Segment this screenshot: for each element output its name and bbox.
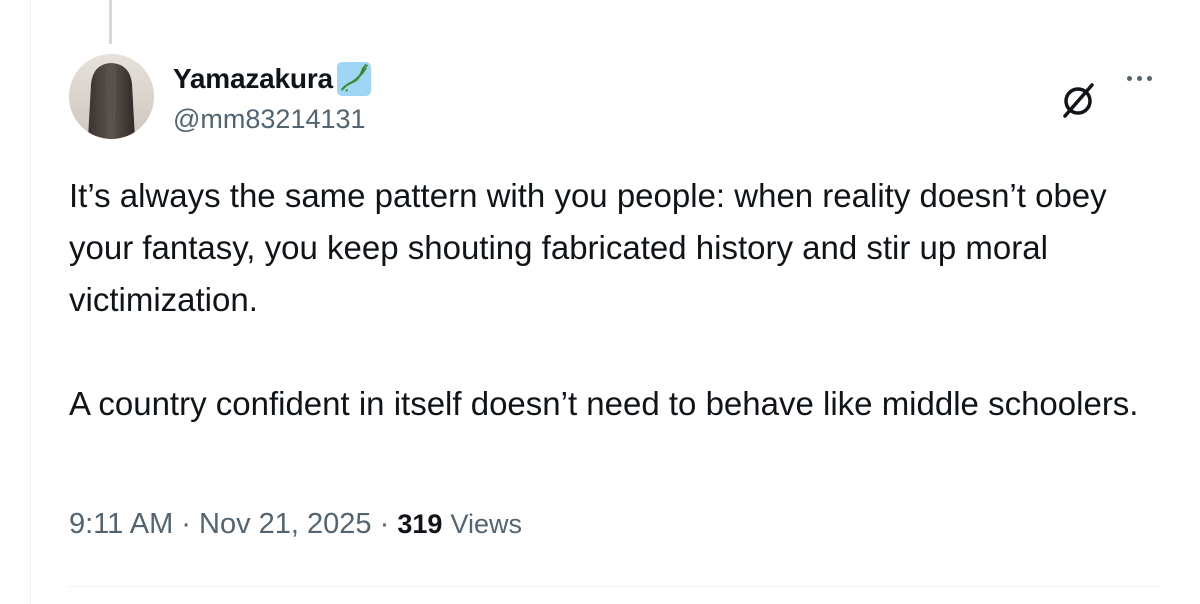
japan-map-icon — [336, 62, 371, 96]
more-dot — [1136, 75, 1142, 81]
tweet-paragraph: A country confident in itself doesn’t ne… — [69, 385, 1139, 422]
meta-separator: · — [173, 508, 200, 540]
more-dot — [1146, 75, 1152, 81]
tweet-paragraph: It’s always the same pattern with you pe… — [69, 177, 1107, 318]
views-label: Views — [450, 509, 522, 539]
user-handle[interactable]: @mm83214131 — [173, 104, 366, 135]
tweet-card: Yamazakura @mm83214131 It’s always the s… — [30, 0, 1200, 604]
tweet-date[interactable]: Nov 21, 2025 — [199, 508, 372, 540]
tweet-time[interactable]: 9:11 AM — [69, 508, 173, 540]
avatar-image — [69, 54, 154, 139]
meta-separator: · — [371, 508, 398, 540]
grok-slash-circle-icon[interactable] — [1059, 80, 1099, 120]
more-horizontal-icon[interactable] — [1119, 68, 1159, 88]
tweet-text: It’s always the same pattern with you pe… — [69, 170, 1159, 430]
display-name[interactable]: Yamazakura — [173, 63, 333, 95]
more-dot — [1126, 75, 1132, 81]
thread-connector-line — [109, 0, 112, 44]
avatar[interactable] — [69, 54, 154, 139]
display-name-row[interactable]: Yamazakura — [173, 62, 371, 96]
views-count[interactable]: 319 — [397, 509, 442, 539]
divider — [69, 586, 1159, 587]
tweet-meta: 9:11 AM · Nov 21, 2025 · 319 Views — [69, 508, 522, 541]
